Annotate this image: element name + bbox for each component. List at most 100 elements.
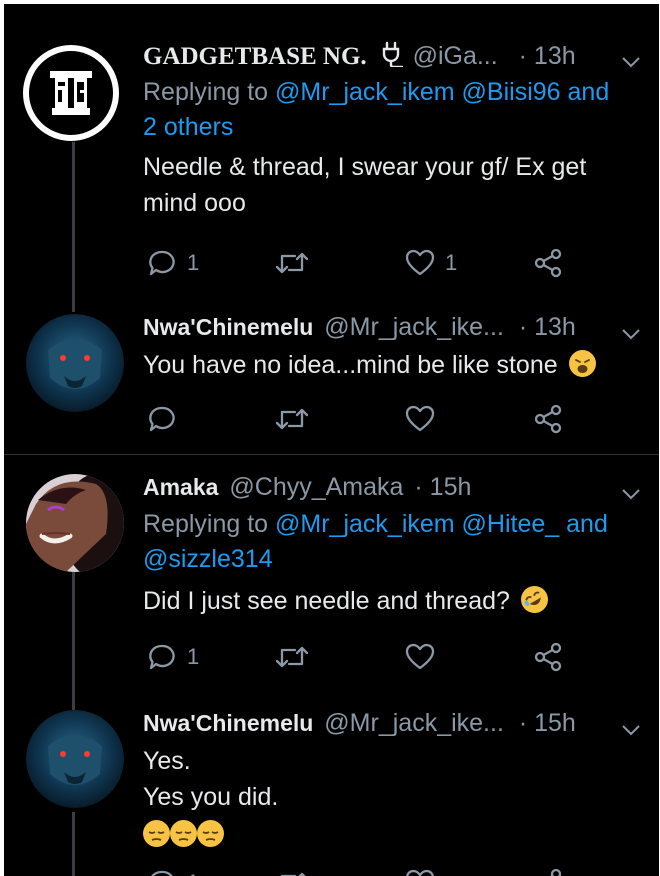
share-button[interactable] xyxy=(533,866,563,876)
reply-icon xyxy=(151,870,173,876)
share-button[interactable] xyxy=(533,246,563,280)
like-button[interactable] xyxy=(405,866,435,876)
thread-line xyxy=(72,112,75,312)
heart-icon xyxy=(405,869,435,876)
divider xyxy=(4,454,659,455)
pensive-face-emoji xyxy=(143,820,170,847)
tweet-text: Yes. Yes you did. xyxy=(143,743,645,853)
reply-button[interactable]: 1 xyxy=(147,246,199,280)
retweet-icon xyxy=(280,872,306,876)
tweet-text: Did I just see needle and thread? xyxy=(143,581,645,619)
tweet-header: Nwa'Chinemelu @Mr_jack_ike... · 13h xyxy=(143,313,645,347)
timestamp[interactable]: · 13h xyxy=(519,42,576,70)
tweet-header: Nwa'Chinemelu @Mr_jack_ike... · 15h xyxy=(143,709,645,743)
tweet-4[interactable]: Nwa'Chinemelu @Mr_jack_ike... · 15h Yes.… xyxy=(143,709,645,853)
avatar-amaka[interactable] xyxy=(26,474,124,572)
share-button[interactable] xyxy=(533,402,563,436)
share-icon xyxy=(534,642,562,672)
tweet-text-line: Yes. xyxy=(143,747,191,775)
timeline: GADGETBASE NG. @iGa... · 13h Replying to… xyxy=(4,4,659,876)
avatar-gadgetbase[interactable] xyxy=(22,44,120,142)
tweet-text-line: Did I just see needle and thread? xyxy=(143,587,510,615)
reply-icon xyxy=(149,406,175,432)
rolling-on-floor-laughing-emoji xyxy=(515,581,553,618)
display-name[interactable]: Nwa'Chinemelu xyxy=(143,314,313,340)
heart-icon xyxy=(405,405,435,432)
like-count: 1 xyxy=(445,250,458,275)
retweet-button[interactable] xyxy=(275,640,309,674)
tweet-text-line: Yes you did. xyxy=(143,783,279,811)
reply-count: 1 xyxy=(187,250,200,275)
mention-link[interactable]: @sizzle314 xyxy=(143,545,273,573)
chevron-down-icon[interactable] xyxy=(621,479,641,508)
tweet-3[interactable]: Amaka @Chyy_Amaka · 15h Replying to @Mr_… xyxy=(143,473,645,619)
tweet-actions: 1 xyxy=(147,866,587,876)
pensive-face-emoji xyxy=(170,820,197,847)
share-button[interactable] xyxy=(533,640,563,674)
tweet-header: Amaka @Chyy_Amaka · 15h xyxy=(143,473,645,507)
emoji-row xyxy=(143,817,645,853)
retweet-button[interactable] xyxy=(275,402,309,436)
tweet-text: You have no idea...mind be like stone xyxy=(143,347,645,383)
retweet-icon xyxy=(275,408,309,430)
tweet-actions xyxy=(147,402,587,436)
like-button[interactable] xyxy=(405,402,435,436)
display-name[interactable]: GADGETBASE NG. xyxy=(143,43,367,70)
replying-and: and xyxy=(566,510,608,538)
timestamp[interactable]: · 15h xyxy=(414,473,471,501)
replying-to: Replying to @Mr_jack_ikem @Biisi96 and 2… xyxy=(143,75,645,145)
replying-and: and xyxy=(567,78,610,106)
thread-line xyxy=(72,812,75,876)
thread-line xyxy=(72,572,75,710)
chevron-down-icon[interactable] xyxy=(621,715,641,744)
replying-label: Replying to xyxy=(143,510,269,538)
mention-link[interactable]: @Mr_jack_ikem @Biisi96 xyxy=(275,78,561,106)
handle[interactable]: @iGa... xyxy=(413,42,498,70)
display-name[interactable]: Nwa'Chinemelu xyxy=(143,710,313,736)
mention-link[interactable]: @Mr_jack_ikem @Hitee_ xyxy=(275,510,559,538)
tweet-text-line: You have no idea...mind be like stone xyxy=(143,351,558,379)
retweet-button[interactable] xyxy=(275,246,309,280)
weary-face-emoji xyxy=(568,350,596,377)
heart-icon xyxy=(405,249,435,276)
handle[interactable]: @Mr_jack_ike... xyxy=(324,709,504,737)
replying-label: Replying to xyxy=(143,78,269,106)
share-icon xyxy=(534,248,562,278)
reply-button[interactable] xyxy=(147,402,177,436)
share-icon xyxy=(550,868,562,876)
replying-to: Replying to @Mr_jack_ikem @Hitee_ and @s… xyxy=(143,507,645,577)
reply-icon xyxy=(149,250,175,276)
avatar-nwachinemelu[interactable] xyxy=(26,314,124,412)
handle[interactable]: @Chyy_Amaka xyxy=(229,473,403,501)
pensive-face-emoji xyxy=(197,820,224,847)
tweet-actions: 1 xyxy=(147,640,587,674)
tweet-1[interactable]: GADGETBASE NG. @iGa... · 13h Replying to… xyxy=(143,41,645,221)
share-icon xyxy=(534,404,562,434)
tweet-actions: 1 1 xyxy=(147,246,587,280)
reply-button[interactable]: 1 xyxy=(147,866,199,876)
tweet-text-line: mind ooo xyxy=(143,189,246,217)
like-button[interactable] xyxy=(405,640,435,674)
avatar-nwachinemelu[interactable] xyxy=(26,710,124,808)
reply-button[interactable]: 1 xyxy=(147,640,199,674)
handle[interactable]: @Mr_jack_ike... xyxy=(324,313,504,341)
heart-icon xyxy=(405,643,435,670)
display-name[interactable]: Amaka xyxy=(143,474,218,500)
plug-icon xyxy=(380,41,404,74)
tweet-header: GADGETBASE NG. @iGa... · 13h xyxy=(143,41,645,75)
tweet-text-line: Needle & thread, I swear your gf/ Ex get xyxy=(143,153,587,181)
others-link[interactable]: 2 others xyxy=(143,113,233,141)
retweet-button[interactable] xyxy=(275,866,309,876)
like-button[interactable]: 1 xyxy=(405,246,457,280)
reply-count: 1 xyxy=(187,870,199,876)
retweet-icon xyxy=(275,252,309,274)
chevron-down-icon[interactable] xyxy=(621,47,641,76)
timestamp[interactable]: · 13h xyxy=(519,313,576,341)
timestamp[interactable]: · 15h xyxy=(519,709,576,737)
retweet-icon xyxy=(275,646,309,668)
reply-count: 1 xyxy=(187,644,200,669)
chevron-down-icon[interactable] xyxy=(621,319,641,348)
gadgetbase-logo xyxy=(23,45,119,141)
tweet-2[interactable]: Nwa'Chinemelu @Mr_jack_ike... · 13h You … xyxy=(143,313,645,383)
tweet-text: Needle & thread, I swear your gf/ Ex get… xyxy=(143,149,645,221)
